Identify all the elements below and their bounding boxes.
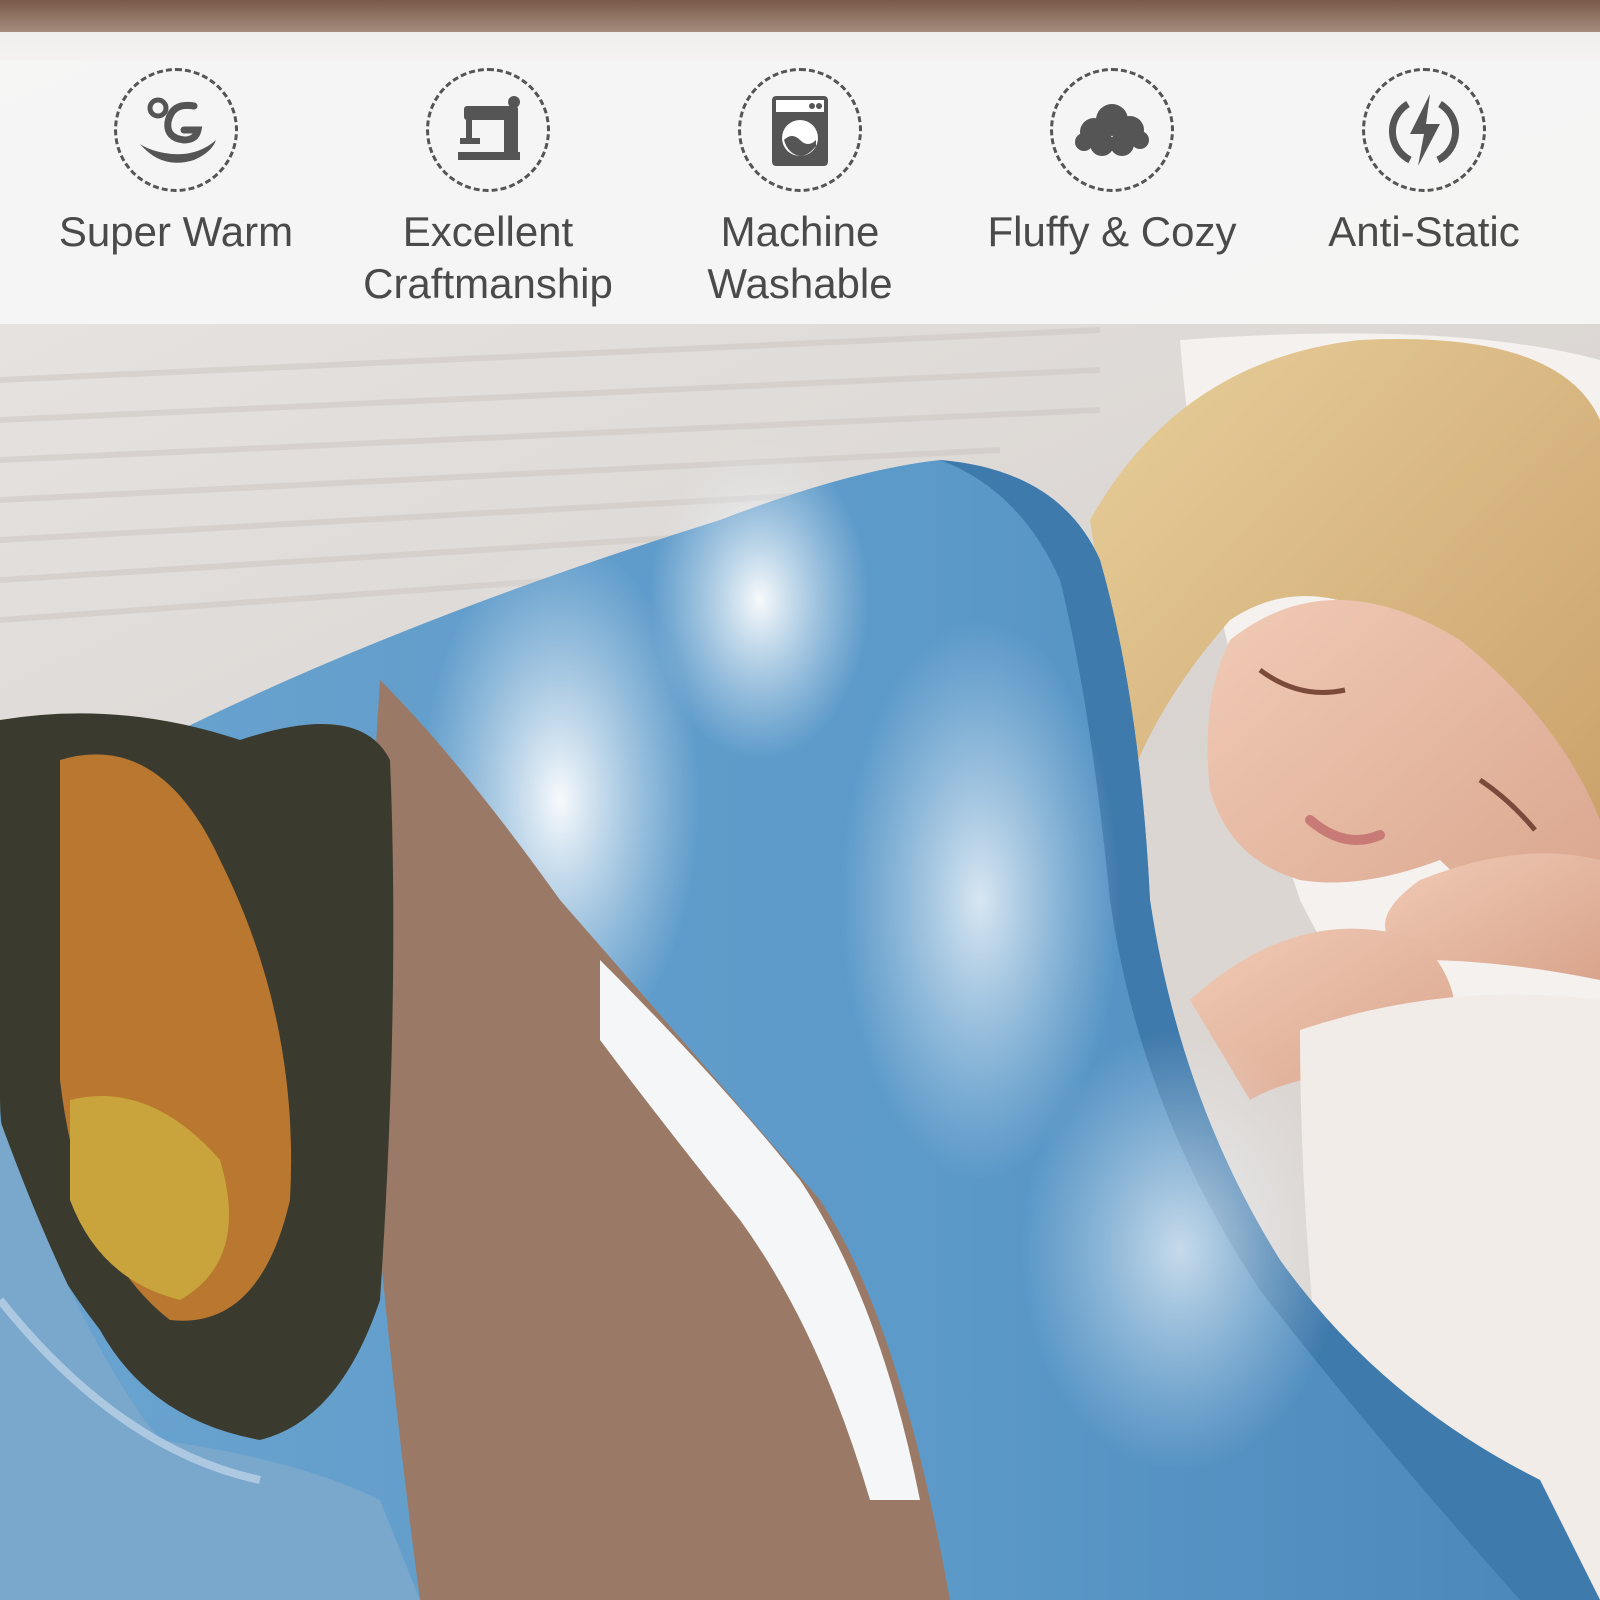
washing-machine-icon	[738, 68, 862, 192]
feature-craftmanship: Excellent Craftmanship	[343, 68, 633, 310]
warm-swirl-icon	[114, 68, 238, 192]
feature-label-super-warm: Super Warm	[58, 208, 294, 255]
feature-label-machine-washable: Machine Washable	[707, 208, 893, 307]
feature-anti-static: Anti-Static	[1279, 68, 1569, 258]
feature-banner: Super Warm Excellent Craftmanship Machin…	[0, 32, 1600, 324]
feature-fluffy-cozy: Fluffy & Cozy	[967, 68, 1257, 258]
feature-label-fluffy-cozy: Fluffy & Cozy	[987, 208, 1237, 255]
lightning-bolt-icon	[1362, 68, 1486, 192]
feature-machine-washable: Machine Washable	[655, 68, 945, 310]
cloud-icon	[1050, 68, 1174, 192]
feature-super-warm: Super Warm	[31, 68, 321, 258]
sewing-machine-icon	[426, 68, 550, 192]
feature-label-anti-static: Anti-Static	[1328, 208, 1520, 255]
feature-label-craftmanship: Excellent Craftmanship	[363, 208, 613, 307]
